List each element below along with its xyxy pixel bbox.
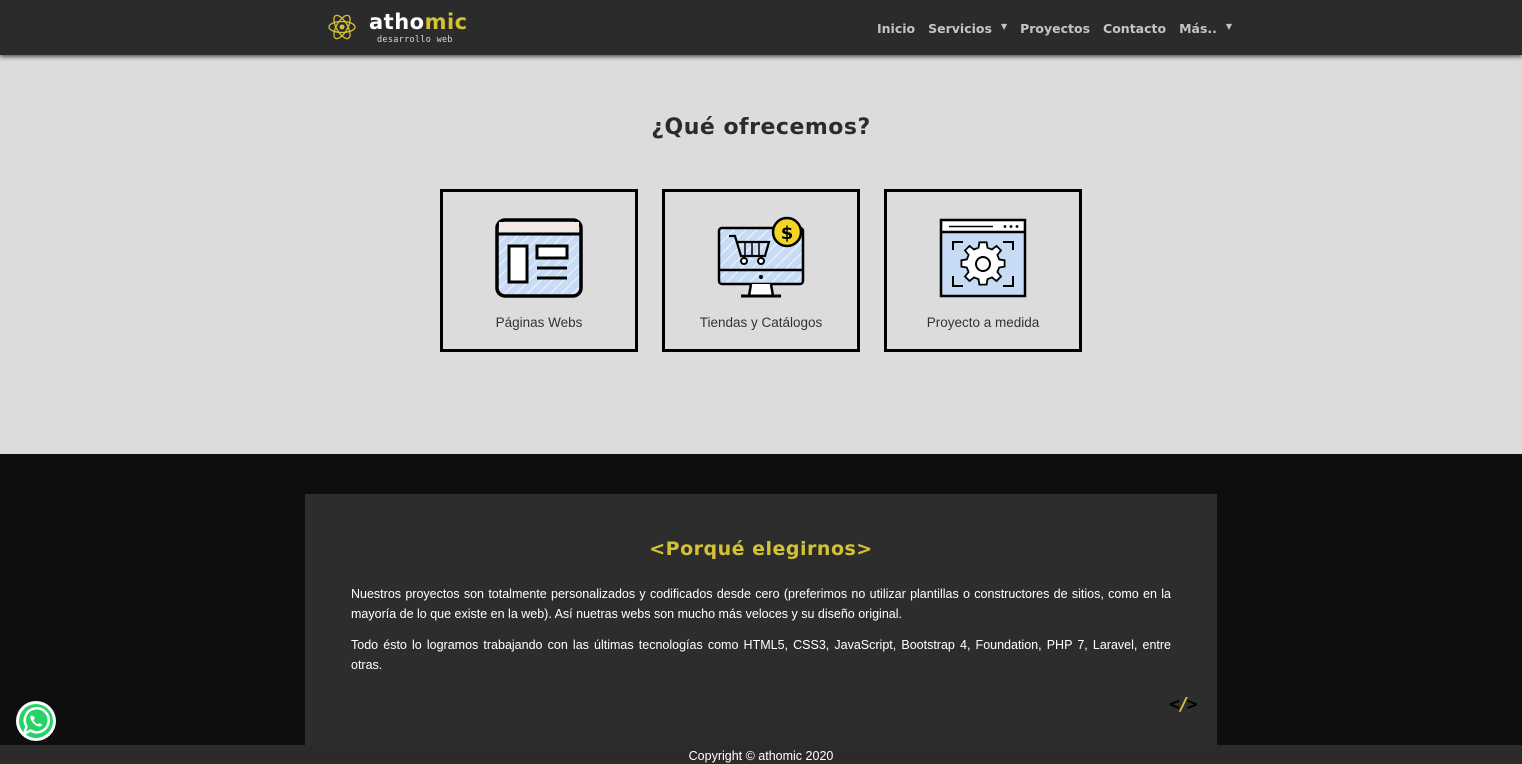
chevron-down-icon: ▼	[1225, 21, 1233, 31]
nav-label: Contacto	[1103, 20, 1167, 36]
nav-label: Proyectos	[1020, 20, 1091, 36]
nav-item-servicios[interactable]: Servicios ▼	[928, 21, 1007, 36]
service-card-label: Proyecto a medida	[926, 315, 1040, 330]
chevron-down-icon: ▼	[1000, 21, 1008, 31]
why-panel: <Porqué elegirnos> Nuestros proyectos so…	[305, 494, 1217, 745]
brand-text: athomic desarrollo web	[369, 9, 479, 47]
code-close: >	[1186, 694, 1198, 715]
code-slash: /	[1177, 694, 1189, 715]
atom-icon	[328, 14, 356, 40]
why-paragraph-2: Todo ésto lo logramos trabajando con las…	[351, 638, 1171, 672]
brand-name-accent: mic	[424, 10, 468, 34]
nav-item-contacto[interactable]: Contacto	[1103, 21, 1166, 36]
whatsapp-icon	[16, 701, 56, 741]
service-card-proyecto-medida[interactable]: Proyecto a medida	[884, 189, 1082, 352]
main-nav: Inicio Servicios ▼ Proyectos Contacto Más…	[877, 18, 1245, 38]
nav-item-inicio[interactable]: Inicio	[877, 21, 915, 36]
online-store-icon: $	[717, 216, 805, 298]
services-section: ¿Qué ofrecemos? Páginas Webs $ Tiendas y…	[0, 55, 1522, 454]
service-card-paginas-webs[interactable]: Páginas Webs	[440, 189, 638, 352]
nav-label: Inicio	[877, 20, 916, 36]
brand-name: athomic	[369, 9, 468, 35]
service-card-label: Tiendas y Catálogos	[699, 315, 823, 330]
whatsapp-button[interactable]	[15, 700, 57, 742]
navbar: athomic desarrollo web Inicio Servicios ▼…	[0, 0, 1522, 55]
services-title: ¿Qué ofrecemos?	[651, 115, 871, 140]
brand-name-main: atho	[369, 10, 425, 34]
nav-label: Más..	[1179, 20, 1217, 36]
custom-project-gear-icon	[939, 218, 1027, 298]
nav-item-mas[interactable]: Más.. ▼	[1179, 21, 1232, 36]
service-card-label: Páginas Webs	[495, 315, 583, 330]
copyright-text: Copyright © athomic 2020	[688, 749, 834, 763]
service-card-tiendas[interactable]: $ Tiendas y Catálogos	[662, 189, 860, 352]
brand-logo-link[interactable]: athomic desarrollo web	[327, 9, 479, 47]
svg-text:$: $	[781, 223, 794, 244]
nav-item-proyectos[interactable]: Proyectos	[1020, 21, 1090, 36]
why-paragraph-1: Nuestros proyectos son totalmente person…	[351, 587, 1171, 621]
brand-tagline: desarrollo web	[377, 35, 453, 45]
footer: Copyright © athomic 2020	[0, 745, 1522, 764]
nav-label: Servicios	[928, 20, 992, 36]
code-open: <	[1169, 694, 1180, 715]
web-layout-icon	[495, 218, 583, 298]
code-icon: </>	[1169, 694, 1198, 715]
why-title: <Porqué elegirnos>	[649, 538, 873, 560]
